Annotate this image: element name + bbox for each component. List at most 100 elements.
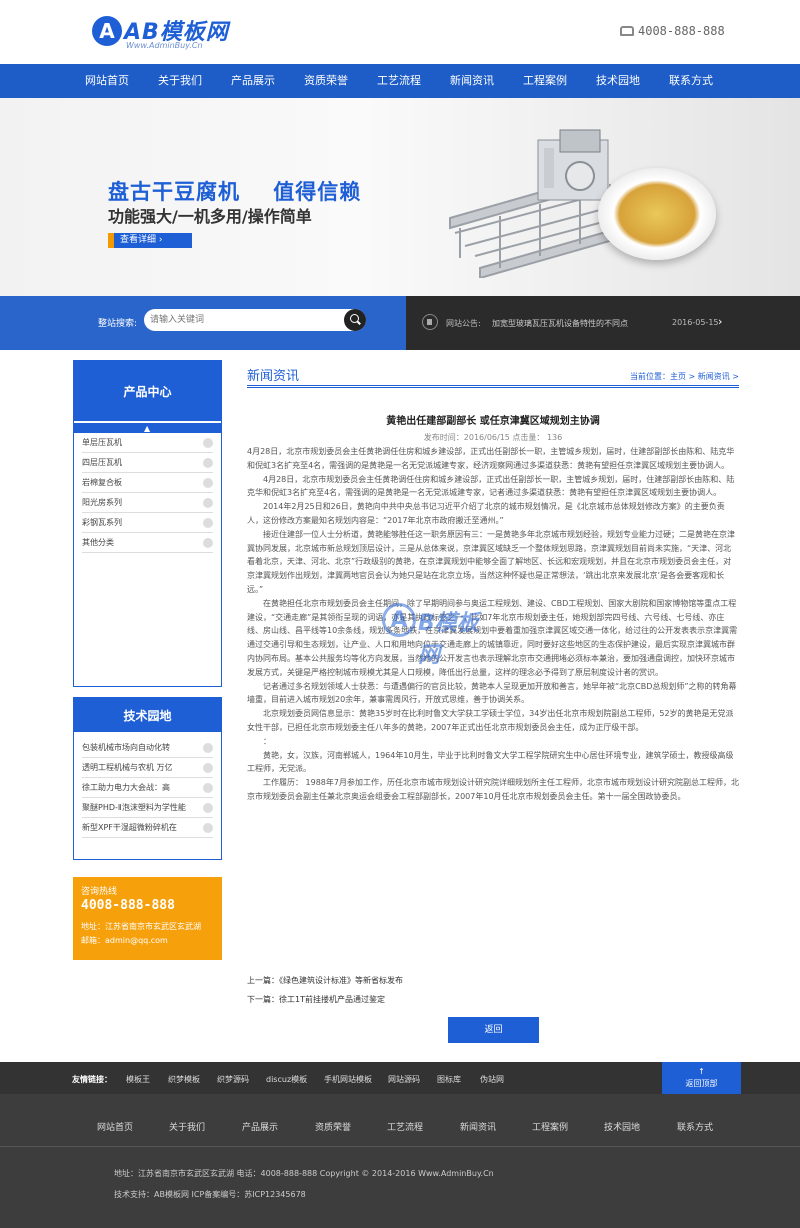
breadcrumb[interactable]: 当前位置：主页 > 新闻资讯 >	[630, 371, 739, 382]
product-label: 阳光房系列	[82, 498, 122, 507]
footer-nav-contact[interactable]: 联系方式	[677, 1120, 713, 1133]
sidebar-item-product[interactable]: 四层压瓦机	[82, 453, 213, 473]
footer-nav-news[interactable]: 新闻资讯	[460, 1120, 496, 1133]
bullet-icon	[203, 803, 213, 813]
hero-banner[interactable]: 盘古干豆腐机 值得信赖 功能强大/一机多用/操作简单 查看详细 ›	[0, 98, 800, 296]
bullet-icon	[203, 458, 213, 468]
footer-nav-cases[interactable]: 工程案例	[532, 1120, 568, 1133]
tech-label: 包装机械市场向自动化转	[82, 743, 170, 752]
back-to-top-button[interactable]: ↑ 返回顶部	[662, 1062, 741, 1094]
tech-label: 新型XPF干湿超微粉碎机在	[82, 823, 177, 832]
scroll-up-icon[interactable]: ▲	[74, 423, 221, 433]
article-title: 黄艳出任建部副部长 或任京津冀区域规划主协调	[386, 416, 600, 427]
search-icon[interactable]	[344, 309, 366, 331]
banner-subline: 功能强大/一机多用/操作简单	[108, 207, 312, 226]
friend-link[interactable]: 图标库	[437, 1074, 461, 1085]
search-label: 整站搜索:	[98, 319, 138, 329]
banner-headline: 盘古干豆腐机 值得信赖	[108, 180, 362, 204]
food-plate-image	[598, 168, 716, 260]
banner-button-label: 查看详细	[120, 235, 157, 245]
title-divider	[247, 385, 739, 388]
article-paragraph: 黄艳，女，汉族，河南郸城人，1964年10月生，毕业于比利时鲁文大学工程学院研究…	[247, 750, 734, 774]
sidebar-item-product[interactable]: 其他分类	[82, 533, 213, 553]
banner-detail-button[interactable]: 查看详细 ›	[108, 233, 192, 248]
bullet-icon	[203, 743, 213, 753]
footer-address: 地址：江苏省南京市玄武区玄武湖 电话：4008-888-888 Copyrigh…	[114, 1169, 494, 1178]
article-paragraph: ：	[263, 736, 271, 746]
friend-links-label: 友情链接：	[72, 1075, 112, 1084]
watermark-logo: A B模板网	[382, 603, 492, 668]
friend-link[interactable]: 网站源码	[388, 1074, 420, 1085]
friend-link[interactable]: 模板王	[126, 1074, 150, 1085]
phone-number: 4008-888-888	[638, 24, 725, 38]
tech-label: 透明工程机械与农机 万亿	[82, 763, 173, 772]
header-phone: 4008-888-888	[620, 24, 725, 38]
contact-phone: 4008-888-888	[81, 898, 175, 913]
sidebar-item-tech[interactable]: 透明工程机械与农机 万亿	[82, 758, 213, 778]
friend-link[interactable]: 伪站网	[480, 1074, 504, 1085]
main-nav: 网站首页 关于我们 产品展示 资质荣誉 工艺流程 新闻资讯 工程案例 技术园地 …	[0, 64, 800, 98]
footer-nav-tech[interactable]: 技术园地	[604, 1120, 640, 1133]
footer-nav-process[interactable]: 工艺流程	[387, 1120, 423, 1133]
nav-contact[interactable]: 联系方式	[654, 64, 728, 98]
nav-cases[interactable]: 工程案例	[508, 64, 582, 98]
search-input[interactable]	[144, 309, 366, 331]
product-label: 四层压瓦机	[82, 458, 122, 467]
product-label: 岩棉复合板	[82, 478, 122, 487]
footer: 网站首页 关于我们 产品展示 资质荣誉 工艺流程 新闻资讯 工程案例 技术园地 …	[0, 1094, 800, 1228]
sidebar-item-product[interactable]: 单层压瓦机	[82, 433, 213, 453]
nav-products[interactable]: 产品展示	[216, 64, 290, 98]
nav-news[interactable]: 新闻资讯	[435, 64, 509, 98]
article-meta: 发布时间：2016/06/15 点击量： 136	[423, 433, 563, 442]
friend-link[interactable]: 手机网站模板	[324, 1074, 372, 1085]
phone-icon	[620, 26, 634, 36]
contact-email: 邮箱：admin@qq.com	[81, 936, 168, 945]
nav-about[interactable]: 关于我们	[143, 64, 217, 98]
sidebar-item-product[interactable]: 阳光房系列	[82, 493, 213, 513]
bullet-icon	[203, 763, 213, 773]
product-center-title: 产品中心	[74, 361, 221, 421]
nav-home[interactable]: 网站首页	[70, 64, 144, 98]
friend-link[interactable]: 织梦模板	[168, 1074, 200, 1085]
sidebar-item-product[interactable]: 岩棉复合板	[82, 473, 213, 493]
bullet-icon	[203, 538, 213, 548]
bullet-icon	[203, 498, 213, 508]
arrow-up-icon: ↑	[698, 1067, 705, 1076]
site-search: 整站搜索:	[0, 296, 406, 350]
back-button[interactable]: 返回	[448, 1017, 539, 1043]
announcement-bar: 网站公告: 加宽型玻璃瓦压瓦机设备特性的不同点 2016-05-15 ›	[406, 296, 800, 350]
section-title: 新闻资讯	[247, 369, 300, 384]
bullet-icon	[203, 783, 213, 793]
prev-article-link[interactable]: 上一篇：《绿色建筑设计标准》等新省标发布	[247, 971, 403, 990]
notice-date: 2016-05-15	[672, 318, 719, 327]
footer-nav-about[interactable]: 关于我们	[169, 1120, 205, 1133]
nav-process[interactable]: 工艺流程	[362, 64, 436, 98]
nav-tech[interactable]: 技术园地	[581, 64, 655, 98]
bullet-icon	[203, 823, 213, 833]
sidebar-item-tech[interactable]: 聚醚PHD-Ⅱ泡沫塑料为学性能	[82, 798, 213, 818]
article-paragraph: 接近住建部一位人士分析道，黄艳能够胜任这一职务原因有三：一是黄艳多年北京城市规划…	[247, 529, 735, 594]
sidebar-item-tech[interactable]: 徐工助力电力大会战：高	[82, 778, 213, 798]
notice-label: 网站公告:	[446, 319, 481, 328]
watermark-text: B模板网	[418, 611, 479, 668]
footer-nav-home[interactable]: 网站首页	[97, 1120, 133, 1133]
watermark-mark: A	[382, 603, 416, 637]
footer-nav-honors[interactable]: 资质荣誉	[315, 1120, 351, 1133]
sidebar-item-product[interactable]: 彩钢瓦系列	[82, 513, 213, 533]
product-center-box: 产品中心 ▲ 单层压瓦机 四层压瓦机 岩棉复合板 阳光房系列 彩钢瓦系列 其他分…	[73, 360, 222, 687]
tech-label: 徐工助力电力大会战：高	[82, 783, 170, 792]
footer-nav-products[interactable]: 产品展示	[242, 1120, 278, 1133]
contact-box: 咨询热线 4008-888-888 地址：江苏省南京市玄武区玄武湖 邮箱：adm…	[73, 877, 222, 960]
nav-honors[interactable]: 资质荣誉	[289, 64, 363, 98]
article-paragraph: 4月28日，北京市规划委员会主任黄艳调任住房和城乡建设部，正式出任副部长一职，主…	[247, 474, 735, 498]
next-article-link[interactable]: 下一篇：徐工1T前挂搂机产品通过鉴定	[247, 990, 403, 1009]
notice-link[interactable]: 加宽型玻璃瓦压瓦机设备特性的不同点	[492, 318, 628, 329]
chevron-right-icon[interactable]: ›	[718, 315, 722, 328]
sidebar-item-tech[interactable]: 新型XPF干湿超微粉碎机在	[82, 818, 213, 838]
header: A AB模板网 Www.AdminBuy.Cn 4008-888-888	[0, 0, 800, 64]
friend-link[interactable]: 织梦源码	[217, 1074, 249, 1085]
logo-subtext: Www.AdminBuy.Cn	[126, 41, 203, 50]
site-logo[interactable]: A AB模板网 Www.AdminBuy.Cn	[92, 14, 232, 50]
friend-link[interactable]: discuz模板	[266, 1074, 307, 1085]
sidebar-item-tech[interactable]: 包装机械市场向自动化转	[82, 738, 213, 758]
